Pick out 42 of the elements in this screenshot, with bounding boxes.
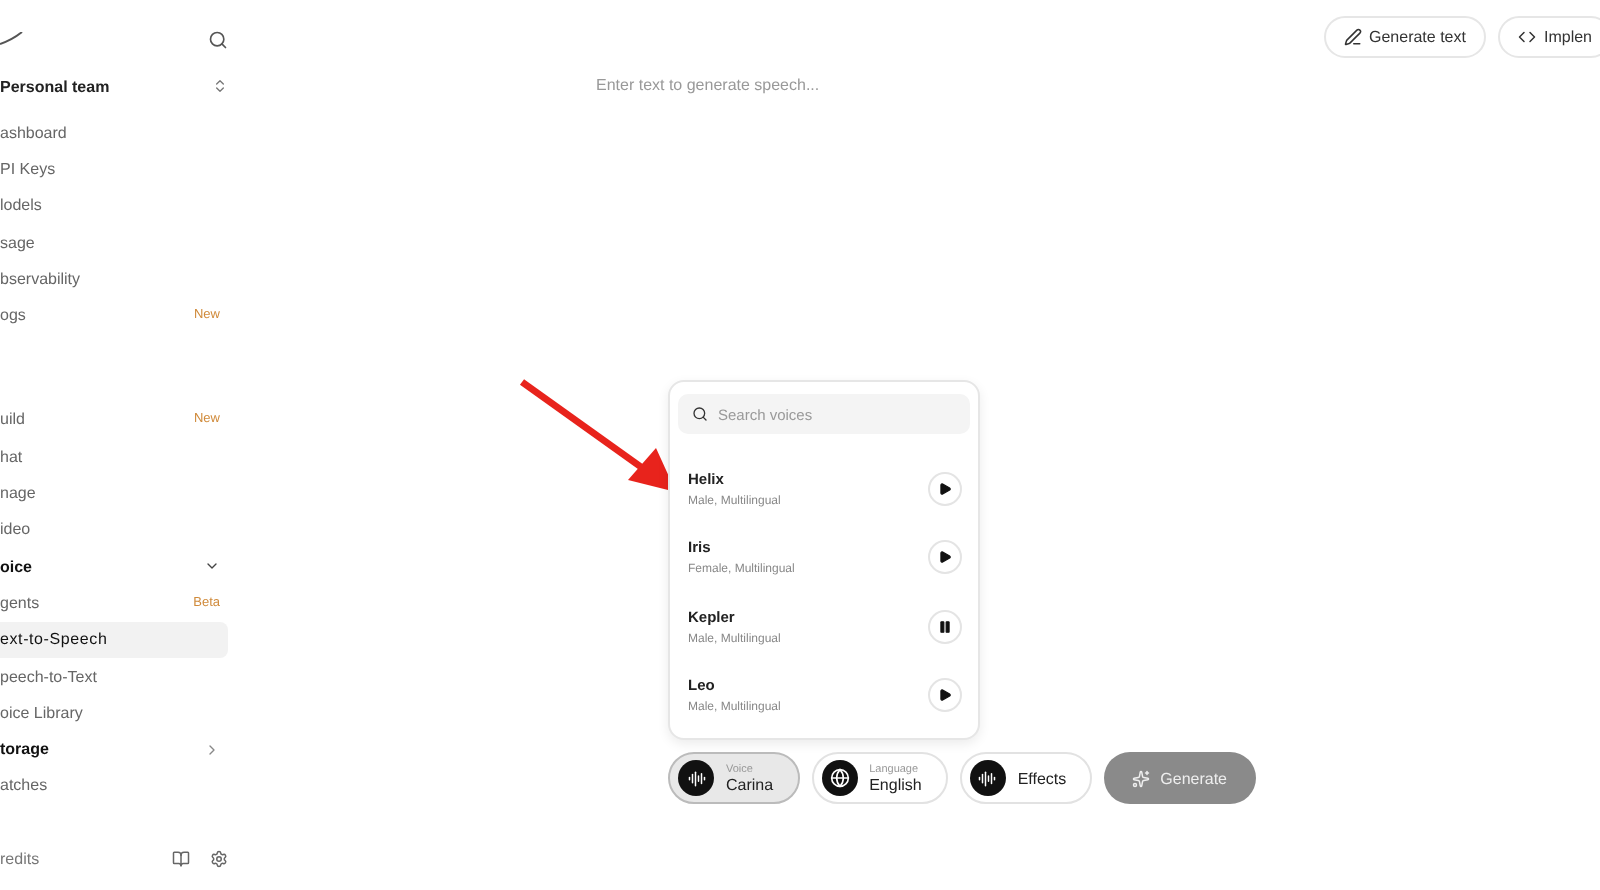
waveform-icon <box>969 760 1006 796</box>
effects-button[interactable]: Effects <box>959 752 1093 804</box>
sidebar-item[interactable]: atches <box>0 776 48 795</box>
play-button[interactable] <box>928 540 962 575</box>
play-button[interactable] <box>928 678 962 713</box>
sidebar-item[interactable]: gents <box>0 593 40 612</box>
sidebar-item[interactable]: PI Keys <box>0 159 56 178</box>
sidebar-item[interactable]: nage <box>0 484 36 503</box>
logo-icon <box>0 32 24 48</box>
sidebar-item[interactable]: ext-to-Speech <box>0 621 228 658</box>
team-name[interactable]: Personal team <box>0 77 110 95</box>
toolbar-button[interactable]: Generate text <box>1323 16 1486 58</box>
search-icon[interactable] <box>208 30 228 50</box>
sidebar-item[interactable]: uild <box>0 410 25 429</box>
sidebar-item[interactable]: ogs <box>0 306 26 325</box>
play-icon <box>938 688 952 703</box>
globe-icon <box>821 760 858 796</box>
pen-icon <box>1343 28 1361 46</box>
play-icon <box>938 481 952 496</box>
sidebar-item[interactable]: oice <box>0 557 33 576</box>
settings-icon[interactable] <box>210 849 228 867</box>
sidebar-item[interactable]: lodels <box>0 196 42 215</box>
pause-icon <box>938 619 952 634</box>
sidebar-item[interactable]: ashboard <box>0 123 67 142</box>
toolbar-button[interactable]: Implen <box>1497 16 1600 58</box>
chevron-right-icon[interactable] <box>204 741 220 758</box>
sidebar-item[interactable]: hat <box>0 447 23 466</box>
sidebar-item[interactable]: peech-to-Text <box>0 667 97 685</box>
sidebar-item[interactable]: sage <box>0 233 35 252</box>
sidebar-item[interactable]: bservability <box>0 269 81 288</box>
book-icon[interactable] <box>172 849 190 867</box>
chevron-updown-icon[interactable] <box>212 78 228 94</box>
play-icon <box>938 550 952 565</box>
search-icon <box>692 406 708 422</box>
credits-link[interactable]: redits <box>0 849 40 867</box>
sidebar-item[interactable]: oice Library <box>0 703 83 722</box>
sidebar-item[interactable]: ideo <box>0 520 31 539</box>
code-icon <box>1517 28 1536 46</box>
pause-button[interactable] <box>928 609 962 644</box>
play-button[interactable] <box>928 471 962 506</box>
sparkle-icon <box>1132 769 1151 787</box>
sidebar-item[interactable]: torage <box>0 740 49 759</box>
